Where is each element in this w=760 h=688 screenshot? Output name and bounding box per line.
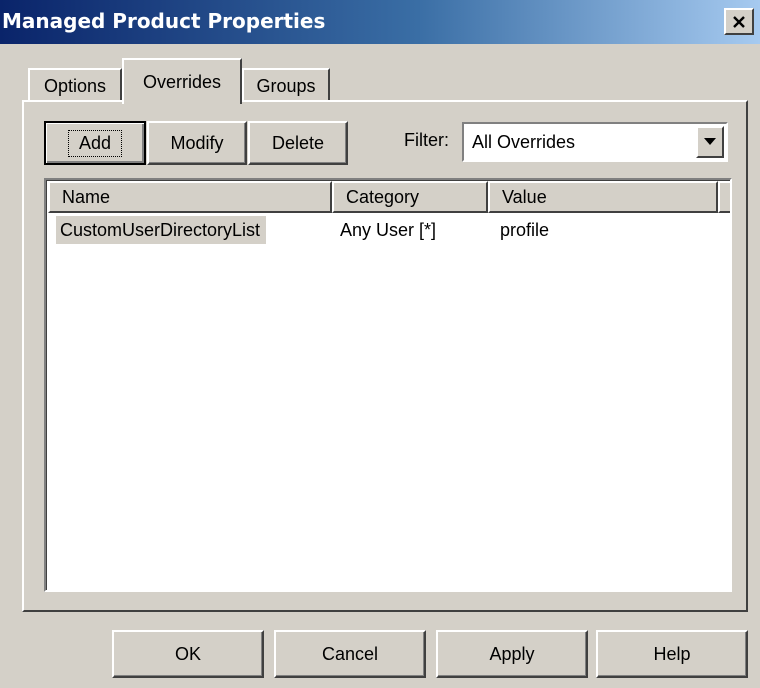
add-button-label: Add (67, 129, 123, 157)
apply-button[interactable]: Apply (436, 630, 588, 678)
filter-dropdown-button[interactable] (696, 126, 724, 158)
chevron-down-icon (704, 138, 716, 145)
overrides-list[interactable]: Name Category Value CustomUserDirectoryL… (44, 178, 732, 592)
ok-button[interactable]: OK (112, 630, 264, 678)
help-button-label: Help (653, 643, 691, 664)
row-value-cell[interactable]: profile (500, 216, 549, 244)
column-header-name[interactable]: Name (48, 181, 332, 213)
cancel-button[interactable]: Cancel (274, 630, 426, 678)
tab-options-label: Options (43, 75, 107, 96)
filter-dropdown[interactable]: All Overrides (462, 122, 728, 162)
dialog-window: Managed Product Properties Options Overr… (0, 0, 760, 688)
tab-overrides[interactable]: Overrides (122, 58, 242, 104)
filter-selected-value: All Overrides (472, 132, 576, 152)
title-bar[interactable]: Managed Product Properties (0, 0, 760, 44)
ok-button-label: OK (174, 643, 201, 664)
row-category-cell[interactable]: Any User [*] (340, 216, 436, 244)
tab-groups-label: Groups (256, 75, 316, 96)
window-title: Managed Product Properties (2, 9, 326, 33)
delete-button[interactable]: Delete (248, 121, 348, 165)
add-button[interactable]: Add (44, 121, 146, 165)
tab-groups[interactable]: Groups (242, 68, 330, 102)
cancel-button-label: Cancel (321, 643, 379, 664)
filter-label: Filter: (404, 130, 449, 150)
tab-options[interactable]: Options (28, 68, 122, 102)
close-icon (733, 15, 745, 28)
modify-button-label: Modify (170, 132, 224, 153)
row-name-cell[interactable]: CustomUserDirectoryList (56, 216, 267, 244)
column-header-filler (718, 181, 730, 213)
delete-button-label: Delete (271, 132, 325, 153)
close-button[interactable] (724, 8, 754, 35)
column-header-value[interactable]: Value (488, 181, 718, 213)
modify-button[interactable]: Modify (147, 121, 247, 165)
column-header-category[interactable]: Category (332, 181, 488, 213)
apply-button-label: Apply (489, 643, 535, 664)
tab-overrides-label: Overrides (142, 71, 222, 92)
help-button[interactable]: Help (596, 630, 748, 678)
